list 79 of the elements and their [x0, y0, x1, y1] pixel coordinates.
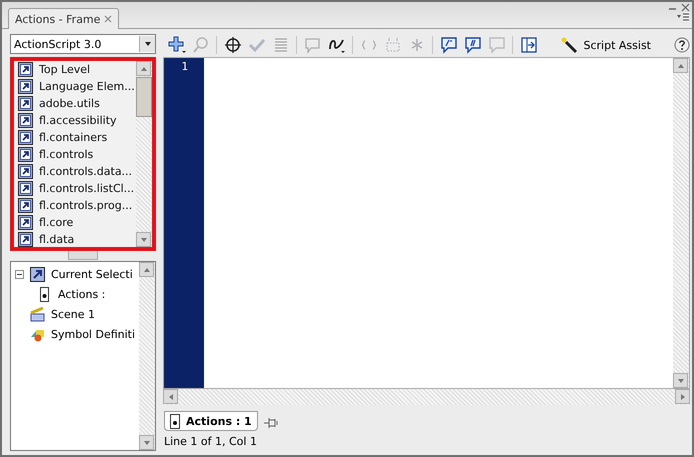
book-arrow-icon: [18, 113, 33, 128]
book-arrow-icon: [18, 232, 33, 247]
script-tab[interactable]: Actions : 1: [164, 411, 258, 431]
tree-item[interactable]: Scene 1: [11, 304, 139, 324]
book-arrow-icon: [18, 215, 33, 230]
item-label: fl.accessibility: [39, 114, 117, 127]
scroll-up-button[interactable]: [673, 58, 688, 73]
item-label: Language Elem...: [39, 80, 135, 93]
splitter-handle[interactable]: [68, 251, 98, 260]
script-assist-button[interactable]: Script Assist: [556, 34, 655, 56]
language-dropdown[interactable]: ActionScript 3.0: [10, 34, 156, 54]
tree-label: Actions :: [58, 288, 106, 300]
scroll-down-button[interactable]: [139, 435, 154, 450]
magic-wand-icon: [560, 36, 578, 54]
tree-item[interactable]: Symbol Definiti: [11, 324, 139, 344]
panel-tab[interactable]: Actions - Frame: [8, 8, 120, 29]
scrollbar[interactable]: [139, 262, 155, 450]
clapperboard-icon: [30, 306, 45, 322]
item-label: fl.controls.data...: [39, 165, 132, 178]
scroll-down-button[interactable]: [136, 232, 151, 247]
item-label: fl.controls.listCl...: [39, 182, 134, 195]
book-arrow-icon: [18, 147, 33, 162]
book-arrow-icon: [18, 198, 33, 213]
scroll-thumb[interactable]: [136, 77, 152, 117]
horizontal-scrollbar[interactable]: [163, 389, 690, 405]
plus-icon[interactable]: [166, 35, 186, 55]
library-item[interactable]: fl.controls.prog...: [14, 197, 136, 214]
book-arrow-icon: [18, 79, 33, 94]
frame-icon: [170, 414, 180, 428]
scrollbar[interactable]: [136, 61, 152, 247]
library-item[interactable]: fl.controls: [14, 146, 136, 163]
code-editor[interactable]: 1: [163, 57, 690, 389]
library-item[interactable]: fl.accessibility: [14, 112, 136, 129]
tree-label: Scene 1: [51, 308, 96, 320]
tree-item[interactable]: Current Selecti: [11, 264, 139, 284]
scroll-up-button[interactable]: [139, 262, 154, 277]
book-arrow-icon: [18, 130, 33, 145]
status-text: Line 1 of 1, Col 1: [164, 434, 257, 448]
book-arrow-icon: [18, 62, 33, 77]
menu-icon[interactable]: [676, 12, 690, 21]
frame-icon: [37, 286, 52, 302]
item-label: fl.core: [39, 216, 74, 229]
book-arrow-icon: [18, 181, 33, 196]
dropdown-value: ActionScript 3.0: [14, 38, 102, 50]
library-item[interactable]: adobe.utils: [14, 95, 136, 112]
pin-icon[interactable]: [262, 415, 280, 431]
library-item[interactable]: fl.controls.data...: [14, 163, 136, 180]
scroll-left-button[interactable]: [163, 389, 178, 404]
scroll-up-button[interactable]: [136, 61, 151, 76]
library-item[interactable]: fl.controls.listCl...: [14, 180, 136, 197]
item-label: fl.controls: [39, 148, 94, 161]
collapse-toggle-icon[interactable]: [15, 270, 24, 278]
scroll-right-button[interactable]: [675, 389, 690, 404]
scrollbar[interactable]: [673, 58, 689, 388]
item-label: Top Level: [39, 63, 90, 76]
item-label: fl.containers: [39, 131, 108, 144]
library-item[interactable]: fl.core: [14, 214, 136, 231]
library-item[interactable]: Language Elem...: [14, 78, 136, 95]
tree-label: Current Selecti: [51, 268, 133, 280]
close-icon[interactable]: [104, 15, 112, 23]
line-comment-icon[interactable]: [462, 35, 482, 55]
tree-item[interactable]: Actions :: [11, 284, 139, 304]
line-number: 1: [180, 60, 188, 73]
book-arrow-icon: [30, 266, 45, 282]
library-item[interactable]: fl.data: [14, 231, 136, 247]
item-label: fl.controls.prog...: [39, 199, 132, 212]
scroll-down-button[interactable]: [673, 373, 688, 388]
crosshair-icon[interactable]: [222, 35, 242, 55]
item-label: fl.data: [39, 233, 74, 246]
panel-title: Actions - Frame: [15, 12, 100, 26]
block-comment-icon[interactable]: [438, 35, 458, 55]
item-label: adobe.utils: [39, 97, 100, 110]
close-icon[interactable]: [681, 3, 690, 12]
library-item[interactable]: Top Level: [14, 61, 136, 78]
book-arrow-icon: [18, 96, 33, 111]
book-arrow-icon: [18, 164, 33, 179]
tree-label: Symbol Definiti: [51, 328, 136, 340]
help-icon[interactable]: [674, 37, 690, 53]
library-item[interactable]: fl.containers: [14, 129, 136, 146]
